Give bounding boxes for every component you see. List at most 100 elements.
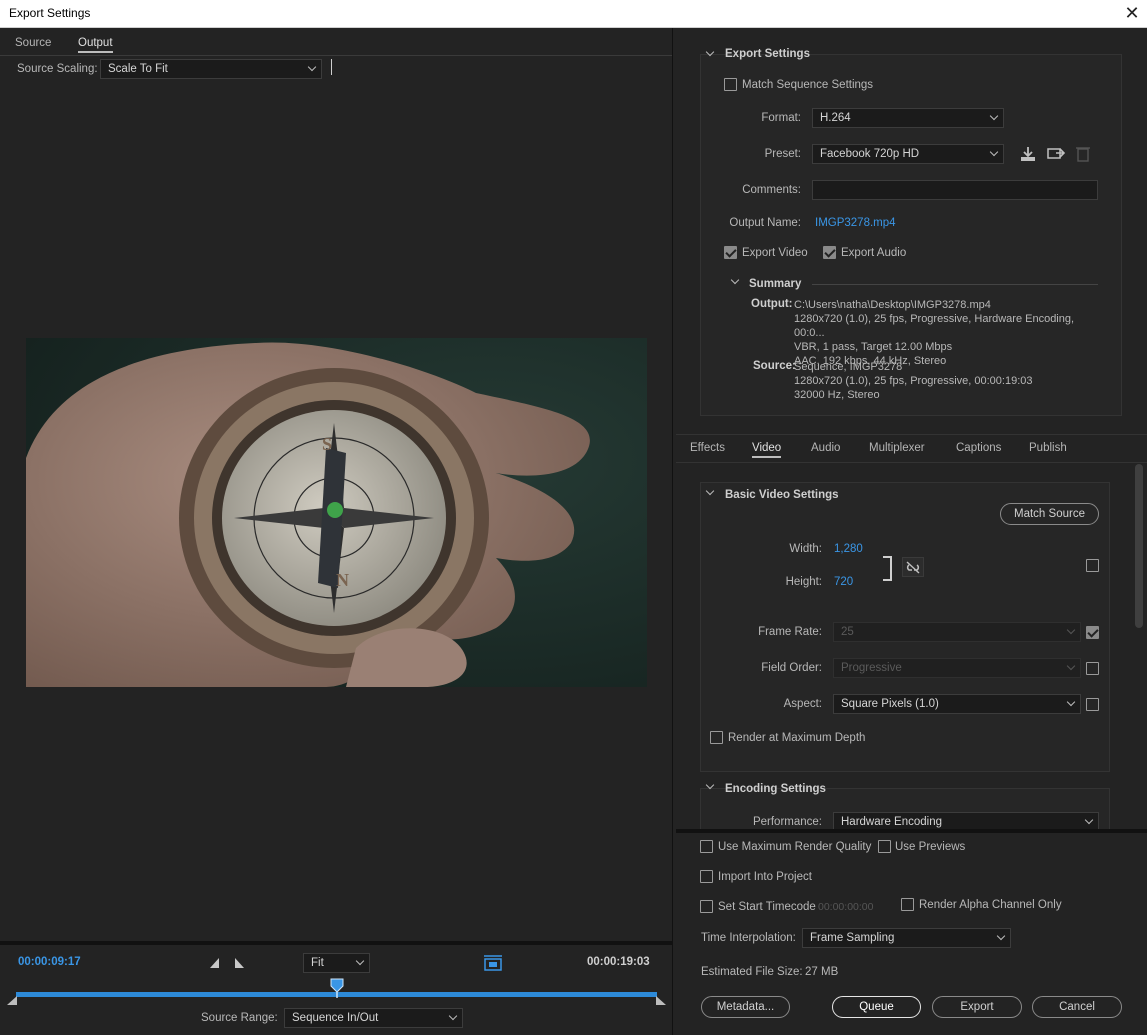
start-timecode-value[interactable]: 00:00:00:00 (818, 901, 873, 913)
start-timecode-label: Set Start Timecode (718, 901, 816, 913)
time-interpolation-value: Frame Sampling (810, 932, 895, 944)
queue-button[interactable]: Queue (832, 996, 921, 1018)
tab-audio[interactable]: Audio (811, 442, 840, 454)
dimensions-override-checkbox[interactable] (1086, 559, 1099, 572)
preset-value: Facebook 720p HD (820, 148, 920, 160)
tab-effects[interactable]: Effects (690, 442, 725, 454)
fit-timeline-icon[interactable] (483, 954, 503, 973)
svg-text:S: S (322, 434, 332, 454)
summary-output-line: C:\Users\natha\Desktop\IMGP3278.mp4 (794, 299, 991, 311)
tab-publish[interactable]: Publish (1029, 442, 1067, 454)
import-project-checkbox[interactable] (700, 870, 713, 883)
start-timecode-checkbox[interactable] (700, 900, 713, 913)
preset-label: Preset: (764, 148, 801, 160)
height-label: Height: (785, 576, 822, 588)
performance-dropdown[interactable]: Hardware Encoding (833, 812, 1099, 830)
render-alpha-label: Render Alpha Channel Only (919, 899, 1062, 911)
chevron-down-icon (989, 147, 999, 157)
cancel-button[interactable]: Cancel (1032, 996, 1122, 1018)
comments-field[interactable] (812, 180, 1098, 200)
source-scaling-value: Scale To Fit (108, 63, 168, 75)
tab-output[interactable]: Output (78, 37, 113, 53)
playhead[interactable] (330, 978, 344, 998)
summary-source: Sequence, IMGP3278 1280x720 (1.0), 25 fp… (794, 360, 1094, 402)
export-button[interactable]: Export (932, 996, 1022, 1018)
metadata-button[interactable]: Metadata... (701, 996, 790, 1018)
out-point-handle[interactable] (655, 996, 667, 1006)
width-value[interactable]: 1,280 (834, 543, 863, 555)
performance-label: Performance: (752, 816, 822, 828)
summary-output: C:\Users\natha\Desktop\IMGP3278.mp4 1280… (794, 298, 1094, 368)
tab-captions[interactable]: Captions (956, 442, 1001, 454)
field-order-dropdown[interactable]: Progressive (833, 658, 1081, 678)
frame-rate-override-checkbox[interactable] (1086, 626, 1099, 639)
in-point-handle[interactable] (6, 996, 18, 1006)
export-settings-header: Export Settings (725, 48, 810, 60)
save-preset-icon[interactable] (1019, 145, 1037, 163)
current-timecode[interactable]: 00:00:09:17 (18, 956, 81, 968)
time-interpolation-label: Time Interpolation: (701, 932, 796, 944)
close-icon[interactable]: ✕ (1117, 0, 1147, 28)
chevron-down-icon (1066, 661, 1076, 671)
zoom-dropdown[interactable]: Fit (303, 953, 370, 973)
source-range-dropdown[interactable]: Sequence In/Out (284, 1008, 463, 1028)
max-render-quality-checkbox[interactable] (700, 840, 713, 853)
frame-rate-label: Frame Rate: (758, 626, 822, 638)
performance-value: Hardware Encoding (841, 816, 943, 828)
summary-source-line: 32000 Hz, Stereo (794, 389, 880, 401)
summary-output-label: Output: (751, 298, 793, 310)
settings-panel: Export Settings Match Sequence Settings … (676, 28, 1147, 1035)
unlink-dimensions-icon[interactable] (902, 557, 924, 577)
timeline-divider (0, 941, 672, 945)
use-previews-checkbox[interactable] (878, 840, 891, 853)
mark-in-icon (210, 958, 219, 968)
bottom-divider (676, 829, 1147, 833)
title-bar: Export Settings ✕ (0, 0, 1147, 28)
summary-divider (812, 284, 1098, 285)
chevron-down-icon (448, 1011, 458, 1021)
export-audio-checkbox[interactable] (823, 246, 836, 259)
encoding-header: Encoding Settings (725, 783, 826, 795)
source-range-label: Source Range: (201, 1012, 278, 1024)
match-sequence-label: Match Sequence Settings (742, 79, 874, 91)
comments-label: Comments: (742, 184, 801, 196)
basic-video-header: Basic Video Settings (725, 489, 839, 501)
svg-text:N: N (336, 570, 349, 590)
render-max-depth-checkbox[interactable] (710, 731, 723, 744)
summary-output-line: VBR, 1 pass, Target 12.00 Mbps (794, 341, 953, 353)
aspect-override-checkbox[interactable] (1086, 698, 1099, 711)
summary-source-line: Sequence, IMGP3278 (794, 361, 903, 373)
video-preview: S N (26, 338, 647, 687)
max-render-quality-label: Use Maximum Render Quality (718, 841, 872, 853)
window-title: Export Settings (9, 6, 91, 20)
format-dropdown[interactable]: H.264 (812, 108, 1004, 128)
delete-preset-icon[interactable] (1075, 145, 1091, 163)
time-interpolation-dropdown[interactable]: Frame Sampling (802, 928, 1011, 948)
frame-rate-dropdown[interactable]: 25 (833, 622, 1081, 642)
output-name-link[interactable]: IMGP3278.mp4 (815, 217, 896, 229)
chevron-down-icon (996, 931, 1006, 941)
height-value[interactable]: 720 (834, 576, 853, 588)
tab-multiplexer[interactable]: Multiplexer (869, 442, 925, 454)
import-preset-icon[interactable] (1046, 145, 1066, 163)
scrollbar-thumb[interactable] (1135, 464, 1143, 628)
tab-video[interactable]: Video (752, 442, 782, 458)
field-order-override-checkbox[interactable] (1086, 662, 1099, 675)
tab-source[interactable]: Source (15, 37, 51, 49)
import-project-label: Import Into Project (718, 871, 812, 883)
summary-output-line: 1280x720 (1.0), 25 fps, Progressive, Har… (794, 313, 1075, 339)
summary-source-line: 1280x720 (1.0), 25 fps, Progressive, 00:… (794, 375, 1033, 387)
preset-dropdown[interactable]: Facebook 720p HD (812, 144, 1004, 164)
render-alpha-checkbox[interactable] (901, 898, 914, 911)
match-sequence-checkbox[interactable] (724, 78, 737, 91)
aspect-dropdown[interactable]: Square Pixels (1.0) (833, 694, 1081, 714)
source-range-value: Sequence In/Out (292, 1012, 379, 1024)
export-video-checkbox[interactable] (724, 246, 737, 259)
chevron-down-icon (1066, 625, 1076, 635)
source-scaling-dropdown[interactable]: Scale To Fit (100, 59, 322, 79)
mark-in-out-icons (210, 958, 244, 968)
file-size-value: 27 MB (805, 966, 839, 978)
match-source-button[interactable]: Match Source (1000, 503, 1099, 525)
chevron-down-icon (307, 62, 317, 72)
render-max-depth-label: Render at Maximum Depth (728, 732, 866, 744)
